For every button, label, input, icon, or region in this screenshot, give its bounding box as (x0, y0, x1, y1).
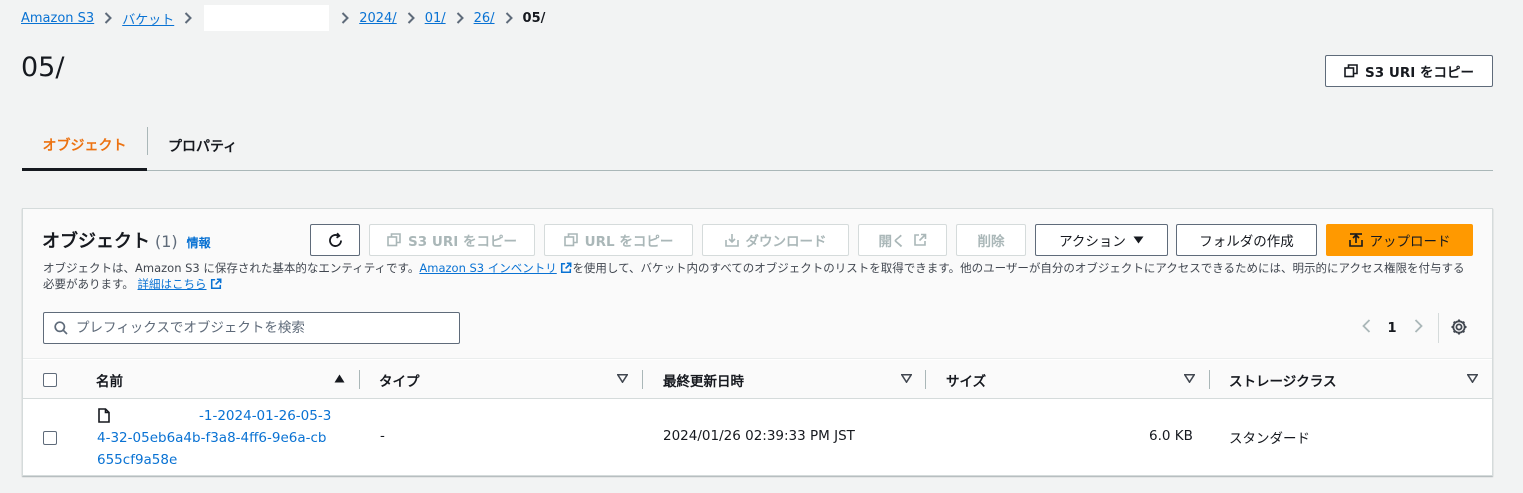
external-link-icon (561, 262, 572, 274)
chevron-right-icon (407, 12, 415, 24)
breadcrumb-amazon-s3[interactable]: Amazon S3 (21, 11, 94, 26)
external-link-icon (913, 233, 926, 246)
chevron-right-icon (104, 12, 113, 24)
copy-s3-uri-toolbar-label: S3 URI をコピー (408, 234, 517, 250)
column-divider (642, 370, 643, 389)
objects-description: オブジェクトは、Amazon S3 に保存された基本的なエンティティです。Ama… (43, 260, 1473, 292)
copy-s3-uri-toolbar-button[interactable]: S3 URI をコピー (369, 224, 535, 256)
column-last-modified[interactable]: 最終更新日時 (663, 360, 744, 399)
tab-list: オブジェクト プロパティ (22, 122, 1493, 171)
actions-label: アクション (1059, 234, 1126, 250)
column-divider (1209, 370, 1210, 389)
table-row: -1-2024-01-26-05-34-32-05eb6a4b-f3a8-4ff… (23, 400, 1492, 476)
gear-icon[interactable] (1450, 318, 1468, 340)
info-link[interactable]: 情報 (187, 234, 211, 251)
chevron-right-icon (456, 12, 464, 24)
breadcrumb: Amazon S3 バケット 2024/ 01/ 26/ 05/ (21, 5, 546, 31)
object-type: - (380, 428, 385, 444)
object-name-link[interactable]: -1-2024-01-26-05-34-32-05eb6a4b-f3a8-4ff… (97, 405, 332, 471)
sort-icon[interactable] (1184, 374, 1195, 383)
chevron-right-icon (341, 12, 350, 24)
description-text-1: オブジェクトは、Amazon S3 に保存された基本的なエンティティです。 (43, 261, 420, 275)
column-storage-class[interactable]: ストレージクラス (1229, 360, 1336, 399)
upload-icon (1348, 233, 1363, 247)
breadcrumb-2024[interactable]: 2024/ (359, 11, 396, 26)
copy-s3-uri-button[interactable]: S3 URI をコピー (1325, 55, 1493, 87)
breadcrumb-bucket-redacted[interactable] (204, 5, 330, 31)
learn-more-link[interactable]: 詳細はこちら (138, 277, 207, 291)
sort-icon[interactable] (901, 374, 912, 383)
copy-icon (387, 233, 401, 247)
copy-icon (1344, 64, 1358, 78)
select-all-checkbox[interactable] (43, 360, 57, 399)
refresh-icon (328, 232, 342, 247)
page-title: 05/ (21, 52, 65, 83)
breadcrumb-26[interactable]: 26/ (474, 11, 495, 26)
pager-divider (1438, 313, 1439, 343)
upload-button[interactable]: アップロード (1326, 224, 1473, 256)
create-folder-button[interactable]: フォルダの作成 (1176, 224, 1317, 256)
chevron-right-icon (184, 12, 193, 24)
column-size[interactable]: サイズ (946, 360, 986, 399)
page-number-current[interactable]: 1 (1379, 321, 1405, 336)
create-folder-label: フォルダの作成 (1199, 234, 1294, 250)
sort-icon[interactable] (617, 374, 628, 383)
download-button[interactable]: ダウンロード (702, 224, 849, 256)
column-divider (359, 370, 360, 389)
object-search-input[interactable] (76, 320, 436, 336)
breadcrumb-buckets[interactable]: バケット (122, 9, 174, 28)
table-header: 名前 タイプ 最終更新日時 サイズ ストレージクラス (23, 360, 1492, 399)
objects-count: (1) (155, 232, 178, 251)
copy-s3-uri-label: S3 URI をコピー (1365, 65, 1474, 81)
tab-objects[interactable]: オブジェクト (22, 122, 147, 171)
objects-title: オブジェクト (42, 231, 150, 252)
search-icon (54, 321, 68, 335)
row-checkbox[interactable] (43, 431, 57, 445)
object-storage-class: スタンダード (1229, 431, 1310, 447)
sort-icon[interactable] (1467, 374, 1478, 383)
sort-ascending-icon[interactable] (334, 374, 345, 383)
column-divider (925, 370, 926, 389)
chevron-left-icon[interactable] (1353, 319, 1379, 337)
actions-dropdown[interactable]: アクション (1035, 224, 1168, 256)
open-button[interactable]: 開く (858, 224, 947, 256)
object-search-field[interactable] (43, 312, 460, 344)
breadcrumb-current: 05/ (522, 10, 546, 26)
chevron-right-icon (505, 12, 513, 24)
caret-down-icon (1133, 236, 1144, 244)
objects-panel-header: オブジェクト (1) 情報 S3 URI をコピー URL をコピー ダウンロー… (23, 209, 1492, 359)
column-type[interactable]: タイプ (379, 360, 420, 399)
object-last-modified: 2024/01/26 02:39:33 PM JST (663, 428, 855, 444)
objects-panel: オブジェクト (1) 情報 S3 URI をコピー URL をコピー ダウンロー… (22, 208, 1493, 476)
tab-divider (147, 127, 148, 155)
external-link-icon (211, 278, 222, 290)
open-label: 開く (878, 234, 906, 250)
tab-properties[interactable]: プロパティ (168, 122, 237, 170)
inventory-link[interactable]: Amazon S3 インベントリ (419, 261, 556, 275)
upload-label: アップロード (1369, 234, 1451, 250)
column-name[interactable]: 名前 (96, 360, 123, 399)
object-size: 6.0 KB (1149, 428, 1193, 444)
download-label: ダウンロード (745, 234, 827, 250)
refresh-button[interactable] (310, 224, 360, 256)
pagination: 1 (1353, 314, 1431, 342)
delete-button[interactable]: 削除 (956, 224, 1026, 256)
copy-icon (563, 233, 578, 247)
copy-url-button[interactable]: URL をコピー (544, 224, 693, 256)
breadcrumb-01[interactable]: 01/ (425, 11, 446, 26)
download-icon (724, 234, 739, 247)
objects-panel-title: オブジェクト (1) 情報 (42, 227, 211, 253)
copy-url-label: URL をコピー (584, 234, 674, 250)
chevron-right-icon[interactable] (1405, 319, 1431, 337)
delete-label: 削除 (977, 234, 1005, 250)
